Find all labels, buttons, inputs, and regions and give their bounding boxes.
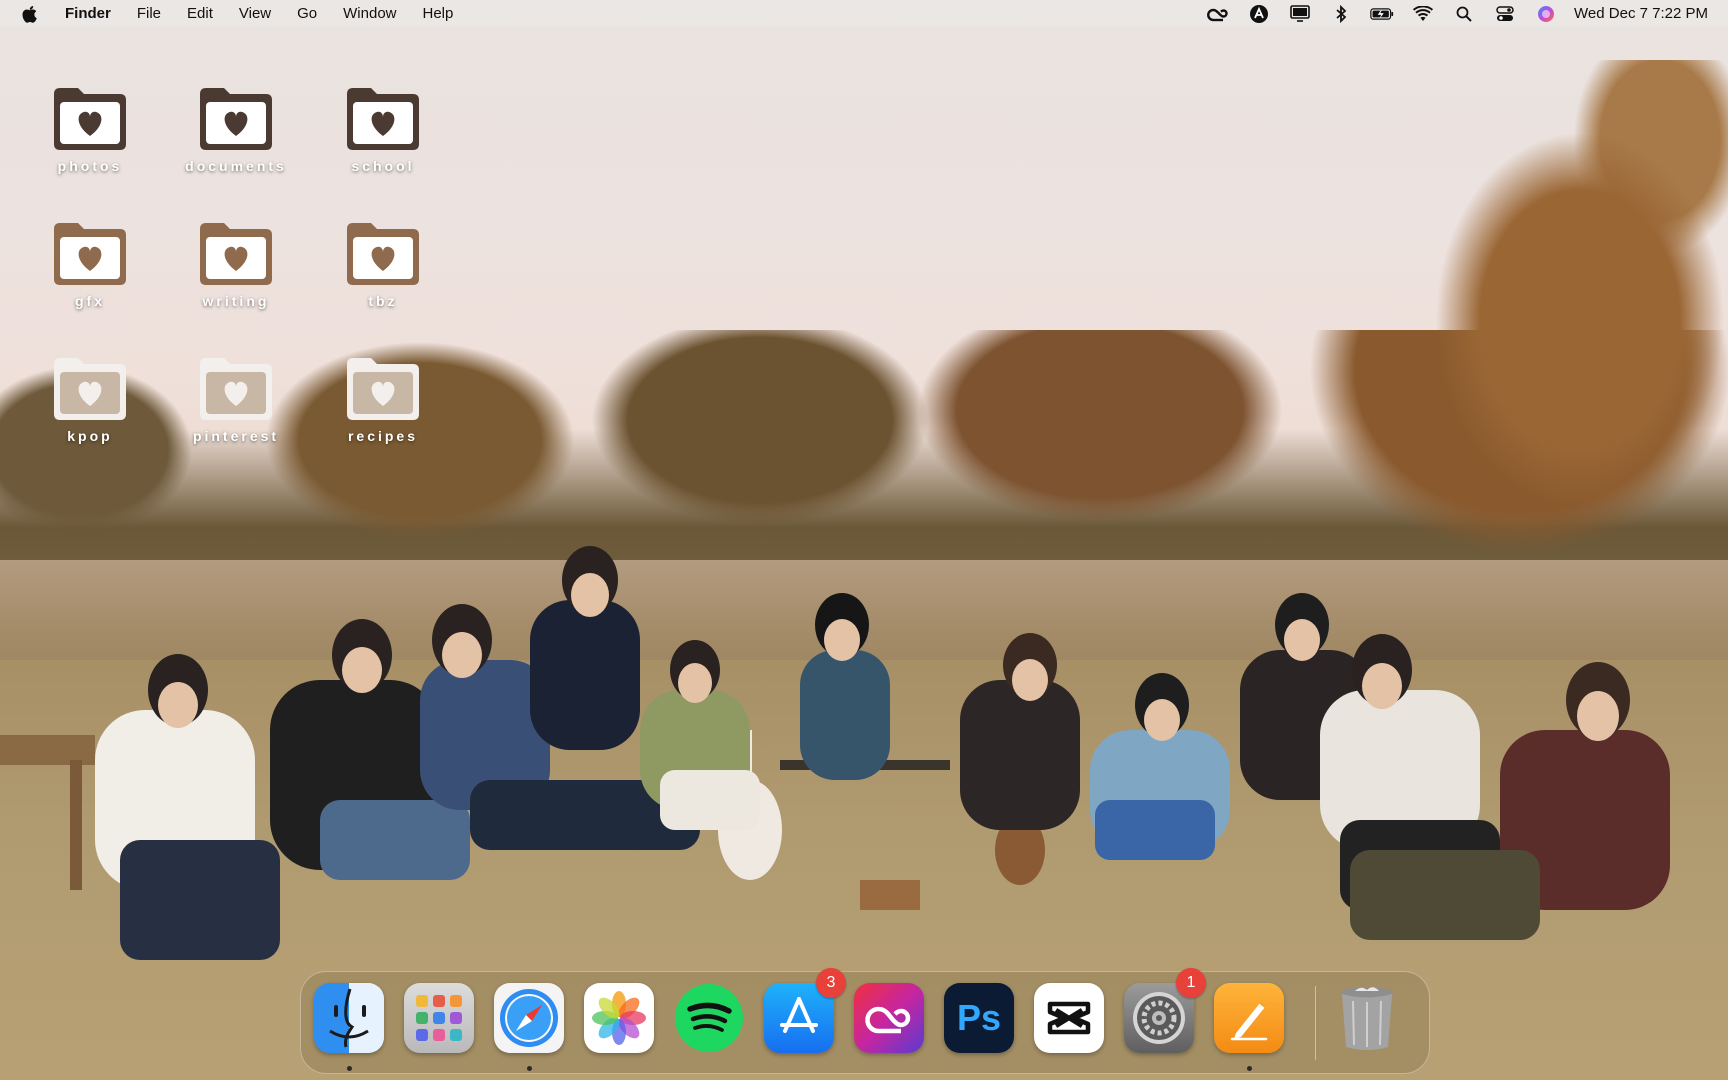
folder-heart-icon — [200, 358, 272, 420]
folder-writing[interactable]: writing — [171, 219, 301, 329]
running-indicator — [527, 1066, 532, 1071]
folder-heart-icon — [54, 358, 126, 420]
folder-heart-icon — [200, 88, 272, 150]
folder-label: gfx — [75, 293, 105, 309]
siri-icon[interactable] — [1534, 4, 1558, 24]
capcut-logo-icon — [1047, 1001, 1091, 1035]
dock-capcut[interactable] — [1034, 983, 1104, 1053]
menu-help[interactable]: Help — [423, 5, 454, 22]
control-center-icon[interactable] — [1493, 4, 1517, 24]
menu-app-name[interactable]: Finder — [65, 5, 111, 22]
folder-tbz[interactable]: tbz — [318, 219, 448, 329]
wifi-icon[interactable] — [1411, 4, 1435, 24]
folder-label: kpop — [67, 428, 113, 444]
notification-badge: 3 — [816, 968, 846, 998]
dock-divider — [1315, 986, 1316, 1060]
menu-window[interactable]: Window — [343, 5, 396, 22]
dock-pages[interactable] — [1214, 983, 1284, 1053]
menu-go[interactable]: Go — [297, 5, 317, 22]
bluetooth-icon[interactable] — [1329, 4, 1353, 24]
menu-bar: Finder File Edit View Go Window Help Wed… — [0, 0, 1728, 27]
folder-heart-icon — [347, 223, 419, 285]
running-indicator — [1247, 1066, 1252, 1071]
folder-label: documents — [185, 158, 287, 174]
folder-gfx[interactable]: gfx — [25, 219, 155, 329]
photoshop-label: Ps — [956, 997, 1002, 1038]
dock-photoshop[interactable]: Ps — [944, 983, 1014, 1053]
menu-clock[interactable]: Wed Dec 7 7:22 PM — [1574, 5, 1708, 22]
folder-label: photos — [57, 158, 123, 174]
apple-logo-icon[interactable] — [22, 5, 38, 23]
dock-photos[interactable] — [584, 983, 654, 1053]
folder-heart-icon — [54, 88, 126, 150]
folder-pinterest[interactable]: pinterest — [171, 354, 301, 464]
folder-photos[interactable]: photos — [25, 84, 155, 194]
display-icon[interactable] — [1288, 4, 1312, 24]
menu-view[interactable]: View — [239, 5, 271, 22]
creative-cloud-icon[interactable] — [1206, 4, 1230, 24]
creative-cloud-logo-icon — [865, 1006, 911, 1034]
folder-label: recipes — [347, 428, 419, 444]
dock-trash[interactable] — [1332, 983, 1402, 1053]
dock: 3 Ps 1 — [300, 968, 1430, 1074]
photos-flower-icon — [592, 991, 646, 1045]
menu-file[interactable]: File — [137, 5, 161, 22]
vpn-icon[interactable] — [1247, 4, 1271, 24]
folder-heart-icon — [54, 223, 126, 285]
app-store-a-icon — [780, 997, 818, 1033]
finder-icon — [314, 983, 384, 1053]
safari-compass-icon — [500, 989, 558, 1047]
dock-launchpad[interactable] — [404, 983, 474, 1053]
menu-edit[interactable]: Edit — [187, 5, 213, 22]
folder-documents[interactable]: documents — [171, 84, 301, 194]
folder-heart-icon — [347, 358, 419, 420]
folder-heart-icon — [347, 88, 419, 150]
folder-heart-icon — [200, 223, 272, 285]
folder-label: pinterest — [192, 428, 280, 444]
folder-label: school — [351, 158, 415, 174]
folder-kpop[interactable]: kpop — [25, 354, 155, 464]
folder-recipes[interactable]: recipes — [318, 354, 448, 464]
folder-school[interactable]: school — [318, 84, 448, 194]
running-indicator — [347, 1066, 352, 1071]
battery-charging-icon — [1370, 4, 1394, 24]
dock-creative-cloud[interactable] — [854, 983, 924, 1053]
pages-pen-icon — [1230, 1002, 1268, 1041]
trash-can-icon — [1341, 987, 1393, 1050]
folder-label: tbz — [368, 293, 398, 309]
gear-icon — [1133, 992, 1185, 1044]
notification-badge: 1 — [1176, 968, 1206, 998]
dock-finder[interactable] — [314, 983, 384, 1053]
dock-spotify[interactable] — [674, 983, 744, 1053]
launchpad-grid-icon — [416, 995, 462, 1041]
dock-safari[interactable] — [494, 983, 564, 1053]
spotify-icon — [675, 984, 743, 1052]
folder-label: writing — [202, 293, 270, 309]
spotlight-search-icon[interactable] — [1452, 4, 1476, 24]
